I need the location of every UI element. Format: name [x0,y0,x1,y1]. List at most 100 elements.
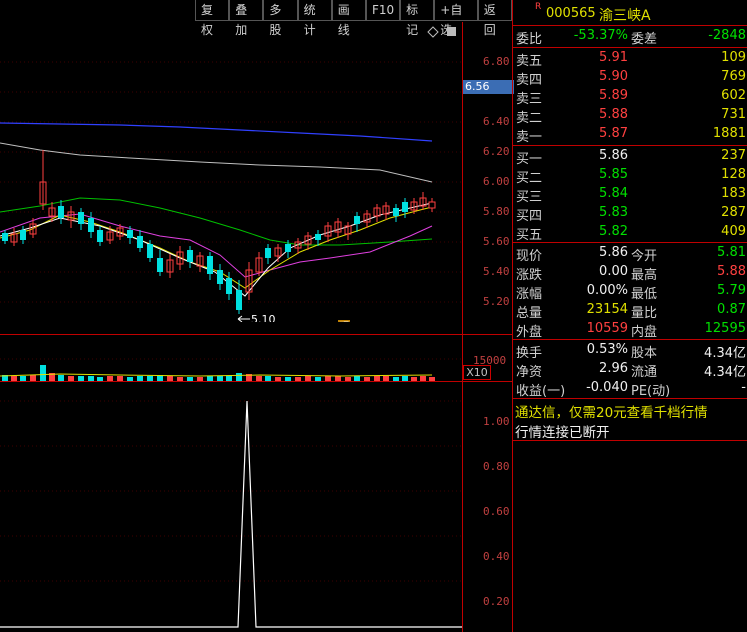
fundamental-row: 收益(一) -0.040 PE(动) - [513,380,747,399]
ma-line-gray [0,142,433,183]
ask-row[interactable]: 卖三 5.89 602 [513,88,747,107]
fundamental-value: -0.040 [586,380,628,395]
quote-row: 涨跌 0.00 最高 5.88 [513,264,747,283]
bid-label: 买一 [516,152,543,167]
indicator-chart[interactable] [0,382,462,632]
price-tick: 5.60 [483,235,510,248]
toolbar-stats-button[interactable]: 统计 [297,0,332,37]
quote-label: 涨跌 [516,268,543,283]
ask-label: 卖四 [516,73,543,88]
ask-label: 卖五 [516,54,543,69]
price-tick: 5.40 [483,265,510,278]
ask-label: 卖二 [516,111,543,126]
bid-price: 5.82 [599,224,628,239]
quote-label: 今开 [631,249,658,264]
ask-row[interactable]: 卖五 5.91 109 [513,50,747,69]
toolbar-fuquan-button[interactable]: 复权 [195,0,230,37]
quote-value: 23154 [586,302,628,317]
toolbar-draw-button[interactable]: 画线 [331,0,366,37]
connection-status-text: 行情连接已断开 [515,425,610,441]
ask-price: 5.88 [599,107,628,122]
bid-row[interactable]: 买五 5.82 409 [513,224,747,243]
fundamental-value: 2.96 [599,361,628,376]
toolbar-overlay-button[interactable]: 叠加 [229,0,264,37]
volume-chart[interactable] [0,335,462,381]
fundamental-row: 换手 0.53% 股本 4.34亿 [513,342,747,361]
indicator-tick: 0.40 [483,550,510,563]
bid-price: 5.83 [599,205,628,220]
toolbar-back-button[interactable]: 返回 [477,0,512,37]
connection-status: 行情连接已断开 [513,421,747,441]
candles [2,150,436,314]
volume-bars [2,365,435,381]
indicator-tick: 1.00 [483,415,510,428]
fundamental-value: 0.53% [586,342,628,357]
ask-price: 5.90 [599,69,628,84]
quote-value: 5.79 [717,283,746,298]
price-gridlines [0,61,462,303]
toolbar-f10-button[interactable]: F10 [365,0,401,21]
price-tick: 5.20 [483,295,510,308]
ask-row[interactable]: 卖一 5.87 1881 [513,126,747,145]
bid-volume: 128 [721,167,746,182]
upgrade-notice[interactable]: 通达信，仅需20元查看千档行情 [513,401,747,421]
weicha-value: -2848 [708,28,746,43]
bid-volume: 237 [721,148,746,163]
bid-row[interactable]: 买二 5.85 128 [513,167,747,186]
price-tick: 6.40 [483,115,510,128]
toolbar-add-watchlist-button[interactable]: +自选 [434,0,478,37]
diamond-icon[interactable] [427,26,439,38]
quote-value: 10559 [586,321,628,336]
ask-row[interactable]: 卖二 5.88 731 [513,107,747,126]
quote-row: 涨幅 0.00% 最低 5.79 [513,283,747,302]
bid-price: 5.85 [599,167,628,182]
quote-value: 5.81 [717,245,746,260]
ask-volume: 109 [721,50,746,65]
price-tick: 6.80 [483,55,510,68]
ask-volume: 602 [721,88,746,103]
quote-label: 涨幅 [516,287,543,302]
price-tick: 6.20 [483,145,510,158]
fundamental-value: 4.34亿 [704,365,746,380]
ask-row[interactable]: 卖四 5.90 769 [513,69,747,88]
fundamental-label: 流通 [631,365,658,380]
ask-volume: 731 [721,107,746,122]
indicator-tick: 0.60 [483,505,510,518]
stock-badge: R [535,2,542,12]
stock-header: R 000565 渝三峡A [513,2,747,26]
toolbar-mark-button[interactable]: 标记 [400,0,435,37]
quote-value: 0.00% [586,283,628,298]
volume-ma-line [0,373,433,377]
upgrade-notice-text[interactable]: 通达信，仅需20元查看千档行情 [515,401,708,421]
fundamental-label: 换手 [516,346,543,361]
toolbar-multi-stock-button[interactable]: 多股 [263,0,298,37]
ask-price: 5.87 [599,126,628,141]
bid-row[interactable]: 买四 5.83 287 [513,205,747,224]
quote-label: 现价 [516,249,543,264]
bid-row[interactable]: 买三 5.84 183 [513,186,747,205]
weibi-value: -53.37% [573,28,628,43]
event-marker-yu[interactable]: 预 [339,321,349,322]
candlestick-chart[interactable]: 5.10 s 预 [0,22,462,322]
ask-volume: 769 [721,69,746,84]
bid-row[interactable]: 买一 5.86 237 [513,148,747,167]
quote-label: 外盘 [516,325,543,340]
bid-volume: 183 [721,186,746,201]
ask-label: 卖三 [516,92,543,107]
ma-line-blue [0,122,433,142]
bid-label: 买二 [516,171,543,186]
quote-row: 总量 23154 量比 0.87 [513,302,747,321]
fundamental-label: 净资 [516,365,543,380]
fundamental-label: PE(动) [631,384,671,399]
quote-label: 最高 [631,268,658,283]
low-marker-label: 5.10 [251,313,276,322]
expand-icon[interactable] [447,27,456,36]
price-axis: 6.80 6.56 6.40 6.20 6.00 5.80 5.60 5.40 … [462,22,514,632]
stock-code: 000565 [546,6,596,21]
indicator-tick: 0.20 [483,595,510,608]
bid-price: 5.86 [599,148,628,163]
event-marker-s[interactable]: s [144,320,150,322]
ask-volume: 1881 [712,126,746,141]
fundamental-value: 4.34亿 [704,346,746,361]
bid-label: 买三 [516,190,543,205]
